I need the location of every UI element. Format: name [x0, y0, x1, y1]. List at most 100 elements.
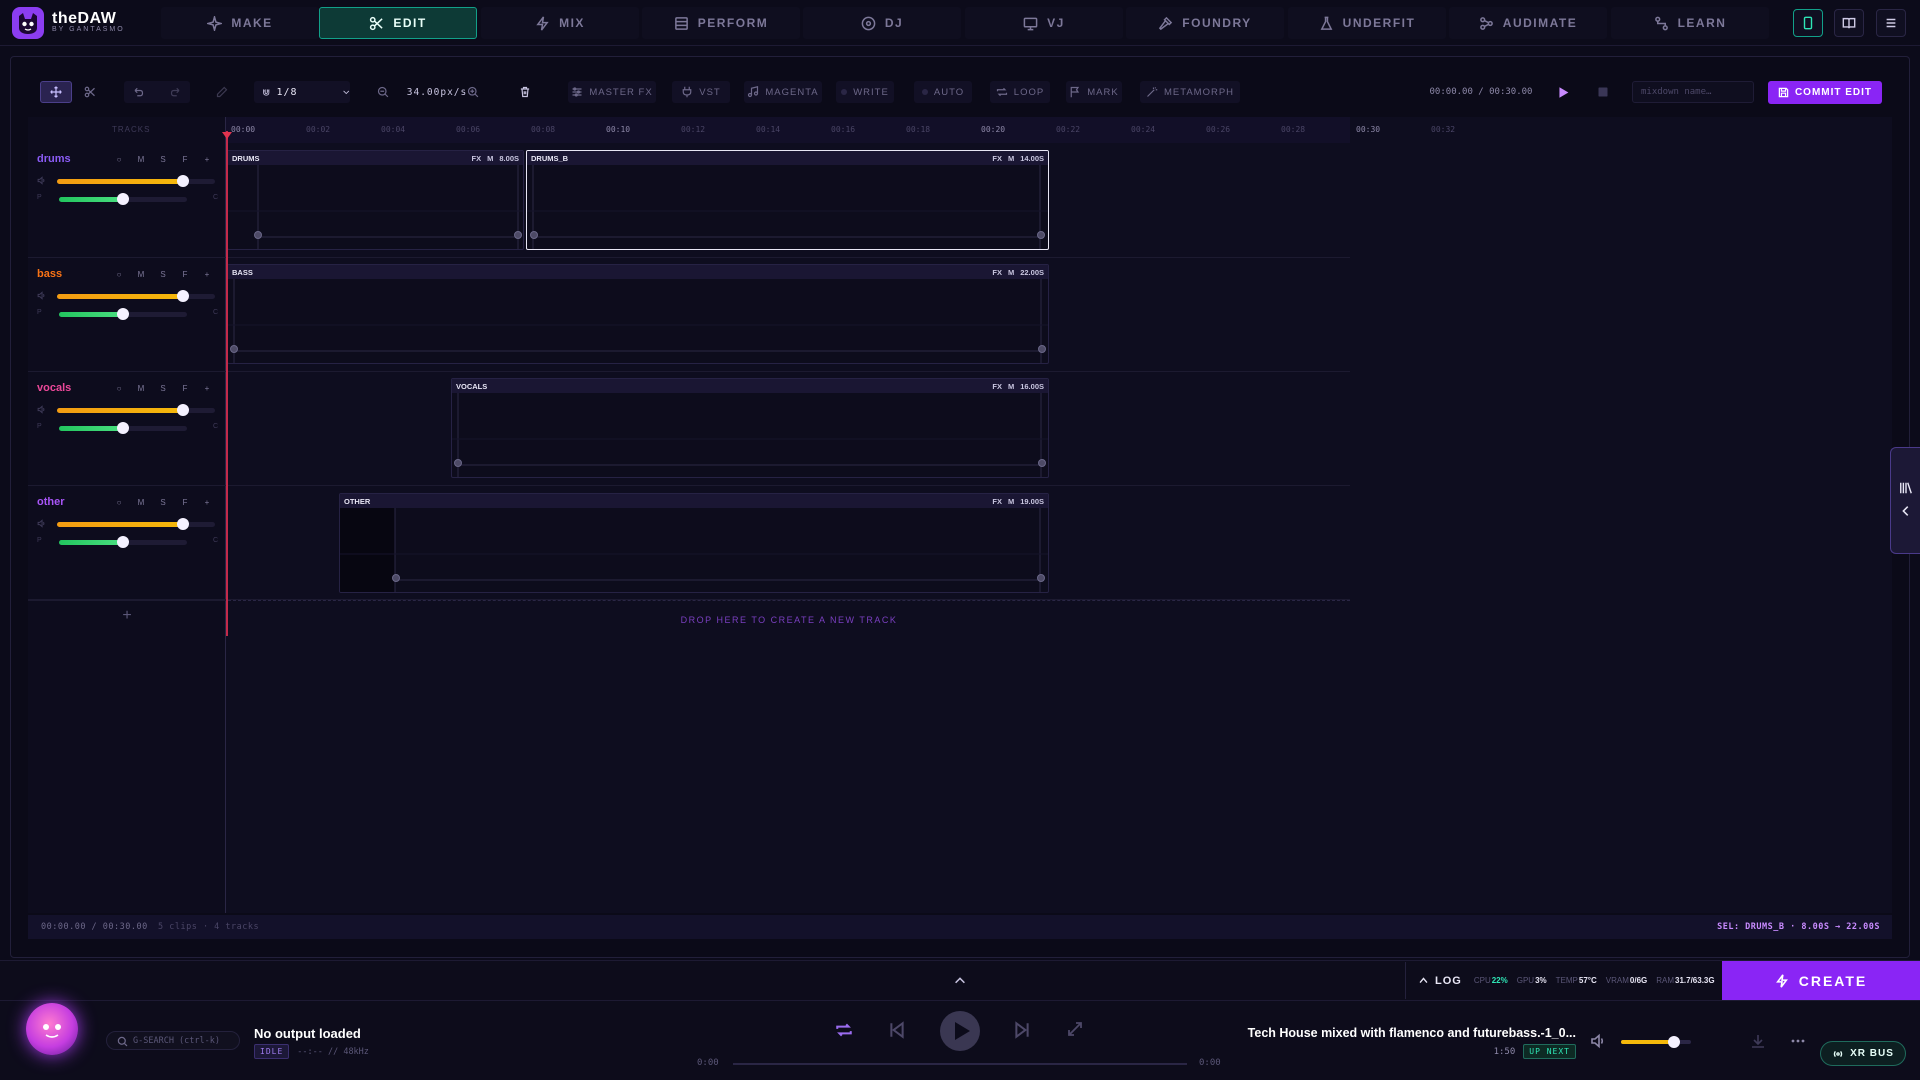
master-fx-button[interactable]: MASTER FX: [568, 81, 656, 103]
track-add-button[interactable]: +: [200, 495, 214, 509]
system-log-bar[interactable]: LOG CPU 22% GPU 3% TEMP 57°C VRAM 0/6G RAM 31…: [1405, 962, 1721, 999]
tab-dj[interactable]: DJ: [803, 7, 961, 39]
track-fx-button[interactable]: F: [178, 267, 192, 281]
loop-button[interactable]: LOOP: [990, 81, 1050, 103]
track-add-button[interactable]: +: [200, 381, 214, 395]
clip-envelope[interactable]: [228, 165, 524, 250]
skip-forward-icon[interactable]: [1013, 1021, 1031, 1039]
draw-tool-button[interactable]: [212, 81, 232, 103]
next-track-title[interactable]: Tech House mixed with flamenco and futur…: [1206, 1026, 1576, 1040]
track-record-button[interactable]: ○: [112, 495, 126, 509]
mark-button[interactable]: MARK: [1066, 81, 1122, 103]
track-mute-button[interactable]: M: [134, 495, 148, 509]
tab-vj[interactable]: VJ: [965, 7, 1123, 39]
envelope-point[interactable]: [392, 574, 400, 582]
tab-edit[interactable]: EDIT: [319, 7, 477, 39]
clip-envelope[interactable]: [340, 508, 1049, 593]
track-name-vocals[interactable]: vocals: [37, 382, 71, 394]
volume-knob[interactable]: [1667, 1036, 1680, 1048]
add-track-button[interactable]: +: [28, 600, 226, 633]
volume-icon[interactable]: [1590, 1033, 1606, 1049]
track-fx-button[interactable]: F: [178, 495, 192, 509]
grid-snap-select[interactable]: 1/8: [254, 81, 350, 103]
track-solo-button[interactable]: S: [156, 267, 170, 281]
commit-edit-button[interactable]: COMMIT EDIT: [1768, 81, 1882, 104]
expand-icon[interactable]: [1067, 1021, 1083, 1037]
clip-header[interactable]: BASS FX M 22.00S: [228, 265, 1048, 279]
undo-icon[interactable]: [132, 86, 144, 98]
track-pan-slider[interactable]: [59, 536, 187, 548]
tab-audimate[interactable]: AUDIMATE: [1449, 7, 1607, 39]
clip-drums[interactable]: DRUMS FX M 8.00S: [227, 150, 524, 250]
mixdown-name-input[interactable]: mixdown name…: [1632, 81, 1754, 103]
create-button[interactable]: CREATE: [1722, 961, 1920, 1000]
clip-header[interactable]: DRUMS_B FX M 14.00S: [527, 151, 1048, 165]
zoom-in-button[interactable]: [462, 81, 484, 103]
envelope-point[interactable]: [1037, 231, 1045, 239]
play-button[interactable]: [1552, 81, 1574, 103]
track-name-other[interactable]: other: [37, 496, 65, 508]
redo-icon[interactable]: [170, 86, 182, 98]
clip-other[interactable]: OTHER FX M 19.00S: [339, 493, 1049, 593]
global-search-input[interactable]: G-SEARCH (ctrl-k): [106, 1031, 240, 1050]
tab-underfit[interactable]: UNDERFIT: [1288, 7, 1446, 39]
playback-progress[interactable]: [733, 1063, 1187, 1065]
envelope-point[interactable]: [230, 345, 238, 353]
zoom-out-button[interactable]: [372, 81, 394, 103]
repeat-icon[interactable]: [835, 1021, 853, 1039]
track-volume-slider[interactable]: [57, 404, 215, 416]
envelope-point[interactable]: [1038, 345, 1046, 353]
move-tool-button[interactable]: [40, 81, 72, 103]
envelope-point[interactable]: [530, 231, 538, 239]
tab-mix[interactable]: MIX: [481, 7, 639, 39]
clip-envelope[interactable]: [452, 393, 1049, 478]
envelope-point[interactable]: [254, 231, 262, 239]
stop-button[interactable]: [1592, 81, 1614, 103]
track-add-button[interactable]: +: [200, 267, 214, 281]
main-play-button[interactable]: [940, 1011, 980, 1051]
chevron-up-icon[interactable]: [953, 974, 967, 988]
app-logo[interactable]: [12, 7, 44, 39]
skip-back-icon[interactable]: [888, 1021, 906, 1039]
clip-fx[interactable]: FX: [992, 497, 1002, 506]
vst-button[interactable]: VST: [672, 81, 730, 103]
assistant-avatar[interactable]: [26, 1003, 78, 1055]
track-name-bass[interactable]: bass: [37, 268, 62, 280]
track-pan-slider[interactable]: [59, 422, 187, 434]
track-volume-slider[interactable]: [57, 290, 215, 302]
pan-knob[interactable]: [117, 422, 129, 434]
clip-fx[interactable]: FX: [472, 154, 482, 163]
envelope-point[interactable]: [1038, 459, 1046, 467]
pan-knob[interactable]: [117, 536, 129, 548]
clip-drums-b[interactable]: DRUMS_B FX M 14.00S: [526, 150, 1049, 250]
clip-header[interactable]: OTHER FX M 19.00S: [340, 494, 1048, 508]
clip-fx[interactable]: FX: [992, 268, 1002, 277]
track-pan-slider[interactable]: [59, 193, 187, 205]
clip-envelope[interactable]: [527, 165, 1049, 250]
track-add-button[interactable]: +: [200, 152, 214, 166]
playhead[interactable]: [226, 131, 228, 636]
clip-header[interactable]: DRUMS FX M 8.00S: [228, 151, 523, 165]
envelope-point[interactable]: [514, 231, 522, 239]
clip-mute[interactable]: M: [1008, 154, 1014, 163]
magenta-button[interactable]: MAGENTA: [744, 81, 822, 103]
playhead-marker[interactable]: [222, 132, 232, 139]
track-solo-button[interactable]: S: [156, 381, 170, 395]
clip-vocals[interactable]: VOCALS FX M 16.00S: [451, 378, 1049, 478]
clip-mute[interactable]: M: [1008, 497, 1014, 506]
xr-bus-button[interactable]: XR BUS: [1820, 1041, 1906, 1066]
download-icon[interactable]: [1750, 1033, 1766, 1049]
tab-make[interactable]: MAKE: [161, 7, 319, 39]
book-view-button[interactable]: [1834, 9, 1864, 37]
delete-button[interactable]: [514, 81, 536, 103]
new-track-dropzone[interactable]: DROP HERE TO CREATE A NEW TRACK: [228, 600, 1350, 636]
cut-tool-button[interactable]: [78, 81, 102, 103]
clip-envelope[interactable]: [228, 279, 1049, 364]
library-drawer-tab[interactable]: [1890, 447, 1920, 554]
track-fx-button[interactable]: F: [178, 381, 192, 395]
track-solo-button[interactable]: S: [156, 152, 170, 166]
track-mute-button[interactable]: M: [134, 152, 148, 166]
track-record-button[interactable]: ○: [112, 152, 126, 166]
track-pan-slider[interactable]: [59, 308, 187, 320]
track-record-button[interactable]: ○: [112, 267, 126, 281]
